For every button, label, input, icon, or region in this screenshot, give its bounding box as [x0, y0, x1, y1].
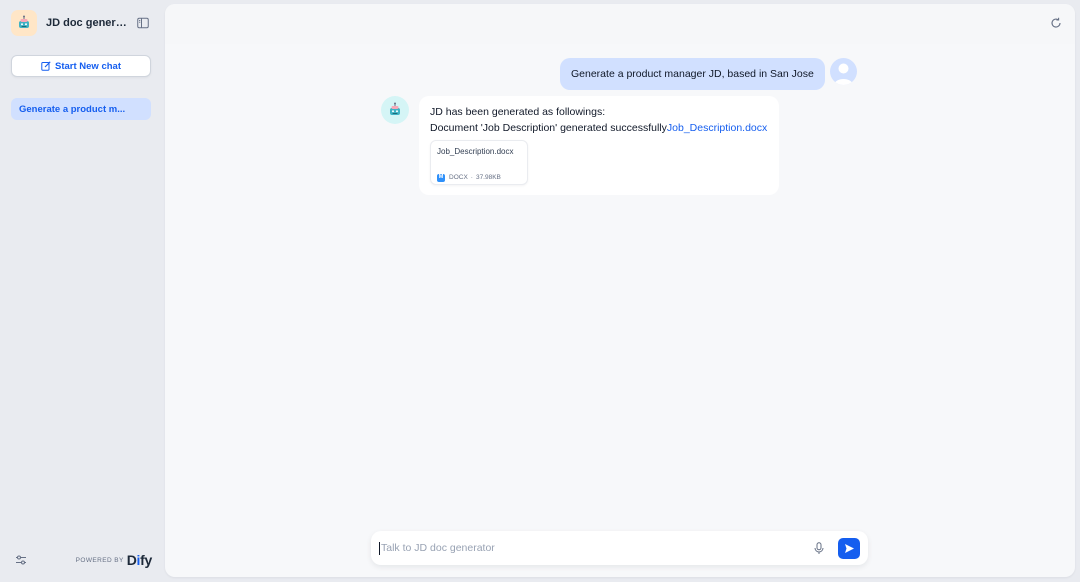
- powered-by-label: POWERED BY: [75, 556, 124, 564]
- bot-message-line-1: JD has been generated as followings:: [430, 106, 606, 118]
- settings-sliders-icon[interactable]: [14, 553, 28, 567]
- powered-by: POWERED BY Dify: [75, 552, 153, 568]
- bot-message: JD has been generated as followings: Doc…: [419, 96, 779, 195]
- conversation-label: Generate a product m...: [19, 103, 126, 115]
- edit-icon: [41, 61, 51, 71]
- chat-header: [165, 4, 1075, 44]
- sidebar-footer: POWERED BY Dify: [14, 550, 152, 570]
- robot-bot-icon: [11, 10, 37, 36]
- send-icon: [844, 543, 854, 553]
- user-message-text: Generate a product manager JD, based in …: [571, 68, 814, 80]
- bot-avatar-icon: [381, 96, 409, 124]
- send-button[interactable]: [838, 537, 860, 559]
- chat-input[interactable]: [379, 541, 812, 555]
- user-avatar-icon: [830, 58, 857, 85]
- microphone-icon[interactable]: [812, 541, 826, 555]
- start-new-chat-button[interactable]: Start New chat: [11, 55, 151, 77]
- chat-panel: Generate a product manager JD, based in …: [165, 4, 1075, 577]
- user-message: Generate a product manager JD, based in …: [560, 58, 825, 90]
- document-link[interactable]: Job_Description.docx: [667, 122, 767, 134]
- sidebar-item-conversation[interactable]: Generate a product m...: [11, 98, 151, 120]
- sidebar: JD doc generat... Start New chat Generat…: [0, 0, 162, 582]
- chat-input-bar: [371, 531, 868, 565]
- refresh-icon[interactable]: [1049, 16, 1063, 30]
- app-title: JD doc generat...: [46, 17, 128, 29]
- sidebar-toggle-icon[interactable]: [135, 15, 151, 31]
- file-size: 37.98KB: [475, 174, 501, 181]
- dify-logo: Dify: [126, 552, 153, 568]
- file-meta-separator: ·: [470, 174, 473, 181]
- file-meta: M DOCX · 37.98KB: [437, 170, 521, 186]
- bot-message-line-2: Document 'Job Description' generated suc…: [430, 121, 768, 137]
- file-name: Job_Description.docx: [437, 147, 514, 156]
- docx-file-icon: M: [437, 173, 445, 182]
- bot-message-text: Document 'Job Description' generated suc…: [430, 121, 667, 134]
- start-new-chat-label: Start New chat: [55, 60, 121, 72]
- file-type: DOCX: [449, 174, 468, 181]
- file-attachment-card[interactable]: Job_Description.docx M DOCX · 37.98KB: [430, 140, 528, 185]
- app-header: JD doc generat...: [11, 9, 153, 37]
